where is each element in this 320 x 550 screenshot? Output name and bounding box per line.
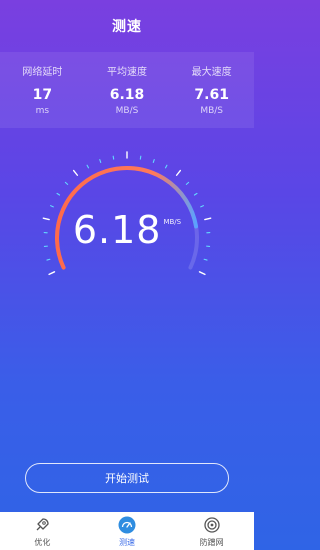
speedometer-icon [118,516,136,534]
page-title: 测速 [112,19,142,35]
tab-label: 防蹭网 [199,538,224,547]
stat-value: 17 [32,87,53,103]
gauge-tick [193,192,198,196]
stat-max-speed: 最大速度 7.61 MB/S [169,52,254,128]
tab-label: 优化 [34,538,51,547]
gauge-tick [175,169,182,176]
gauge-tick [99,159,102,163]
gauge-tick [185,181,190,185]
stat-unit: ms [35,106,50,116]
stat-average-speed: 平均速度 6.18 MB/S [85,52,170,128]
stat-label: 网络延时 [22,67,63,78]
tab-optimize[interactable]: 优化 [0,512,85,550]
current-speed-unit: MB/S [163,218,182,226]
gauge-tick [46,258,51,261]
tab-anti-leech[interactable]: 防蹭网 [169,512,254,550]
current-speed: 6.18 [72,208,162,252]
target-icon [203,516,221,534]
gauge-tick [198,271,206,276]
stat-value: 7.61 [194,87,229,103]
bottom-tabbar: 优化 测速 防蹭网 [0,512,254,550]
speed-readout: 6.18 MB/S [0,208,254,252]
gauge-tick [112,155,115,160]
stat-value: 6.18 [109,87,145,103]
gauge-tick [72,169,79,176]
gauge-tick [200,205,204,208]
gauge-tick [56,192,61,196]
tab-speedtest[interactable]: 测速 [85,512,170,550]
stat-label: 最大速度 [191,67,232,78]
gauge-tick [49,205,54,208]
tab-label: 测速 [119,538,135,547]
stat-unit: MB/S [115,106,139,116]
stat-unit: MB/S [200,106,224,116]
gauge-tick [152,159,155,163]
rocket-icon [33,516,51,534]
stat-latency: 网络延时 17 ms [0,52,85,128]
gauge-tick [48,271,56,276]
gauge-tick [203,258,208,261]
gauge-tick [64,181,69,185]
stats-panel: 网络延时 17 ms 平均速度 6.18 MB/S 最大速度 7.61 MB/S [0,52,254,128]
gauge-tick [139,155,142,160]
stat-label: 平均速度 [107,67,147,78]
gauge-tick [164,164,168,169]
gauge-tick [86,164,90,169]
start-test-button[interactable]: 开始测试 [25,463,229,493]
